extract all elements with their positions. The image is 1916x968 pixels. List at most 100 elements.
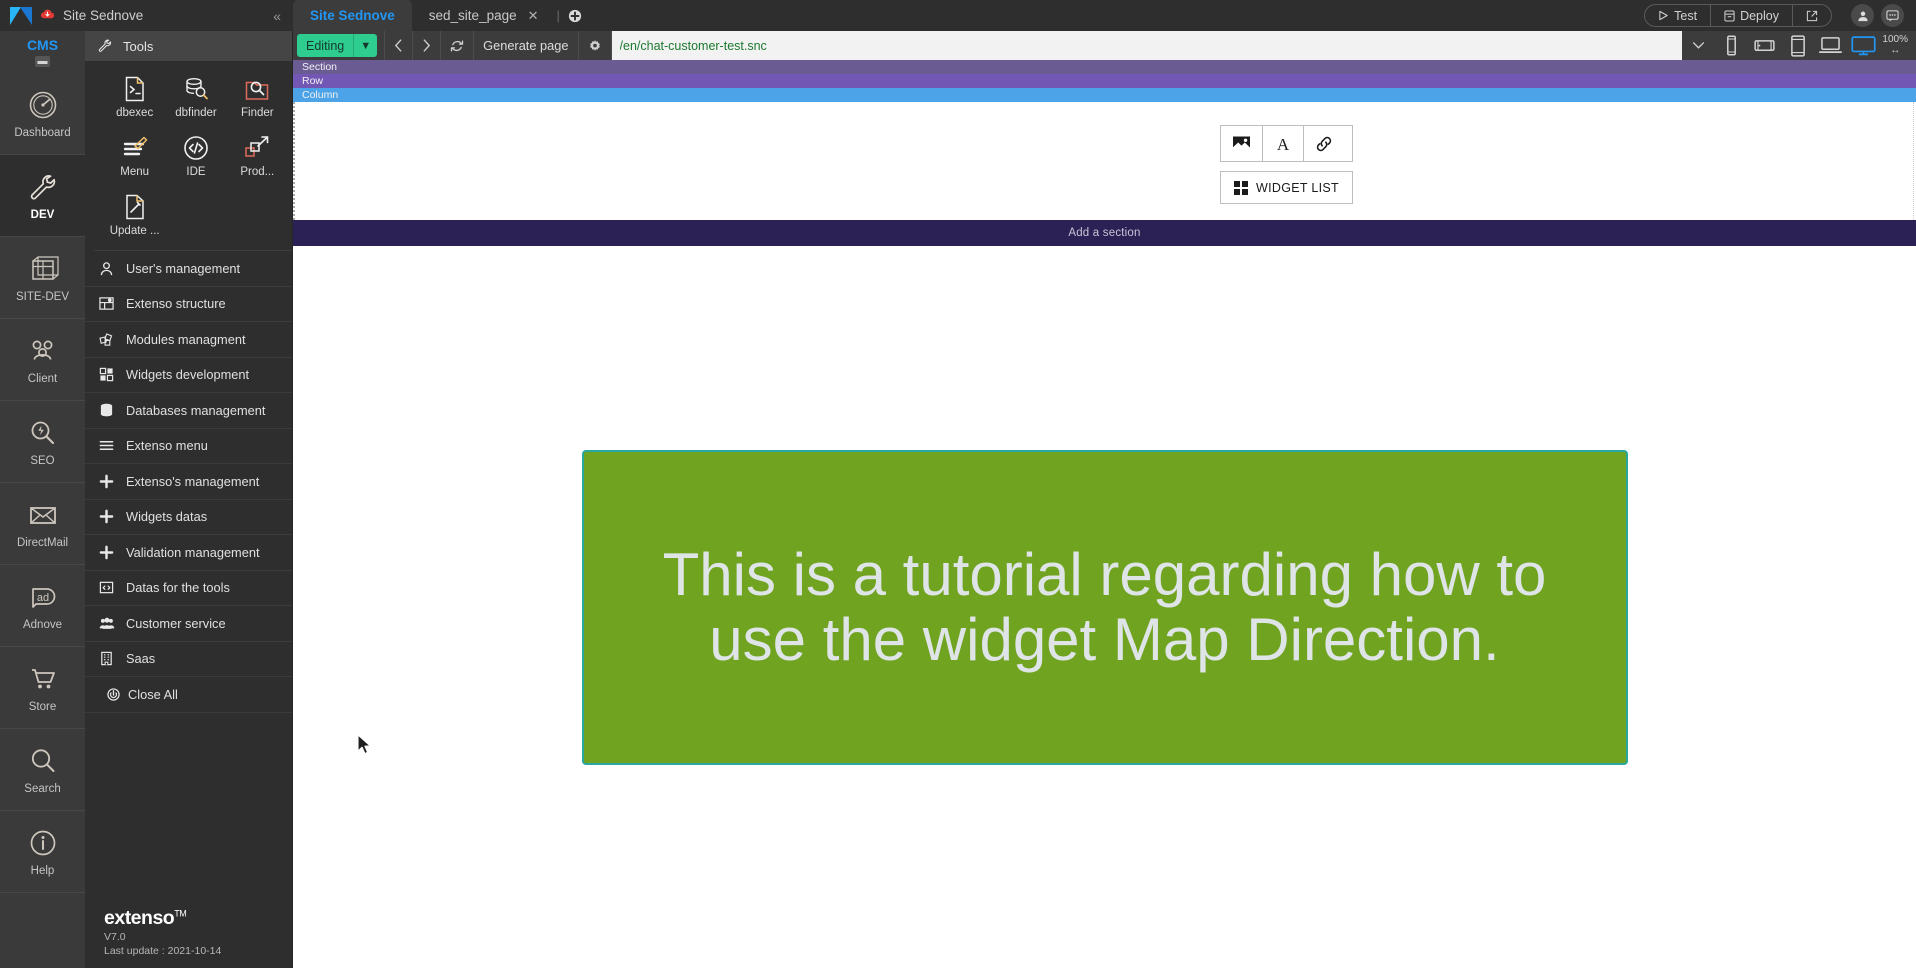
tool-label: Update ... (109, 225, 160, 237)
page-url-bar[interactable] (610, 31, 1683, 60)
viewport-dropdown-button[interactable] (1682, 31, 1715, 60)
user-avatar-button[interactable] (1851, 4, 1874, 27)
test-button[interactable]: Test (1645, 5, 1710, 26)
editing-mode-selector[interactable]: Editing ▼ (297, 34, 378, 57)
tablet-icon (1791, 34, 1805, 57)
nav-back-button[interactable] (384, 31, 412, 60)
plus-icon (98, 509, 115, 524)
list-item-datas-for-the-tools[interactable]: Datas for the tools (85, 571, 292, 606)
sidebar-item-label: Dashboard (14, 127, 71, 139)
database-icon (98, 403, 115, 418)
list-item-modules-management[interactable]: Modules managment (85, 322, 292, 358)
grid-icon (1234, 180, 1249, 195)
wrench-icon (30, 175, 55, 200)
list-item-databases-management[interactable]: Databases management (85, 393, 292, 429)
image-widget-button[interactable] (1221, 126, 1262, 161)
open-external-button[interactable] (1792, 5, 1831, 26)
zoom-level[interactable]: 100% ↔ (1880, 34, 1912, 56)
sidebar-item-label: SITE-DEV (15, 291, 70, 303)
sidebar-item-dev[interactable]: DEV (0, 155, 85, 237)
widget-list-button[interactable]: WIDGET LIST (1220, 171, 1353, 204)
list-item-widgets-development[interactable]: Widgets development (85, 358, 292, 393)
tool-finder[interactable]: Finder (227, 69, 288, 126)
close-icon[interactable]: ✕ (528, 8, 539, 24)
sidebar-item-store[interactable]: Store (0, 647, 85, 729)
tool-label: Menu (120, 166, 150, 178)
add-tab-button[interactable] (561, 0, 589, 31)
list-item-extensos-management[interactable]: Extenso's management (85, 464, 292, 500)
device-tablet-button[interactable] (1781, 31, 1814, 60)
chat-button[interactable] (1881, 4, 1904, 27)
list-item-users-management[interactable]: User's management (85, 251, 292, 287)
tool-prod[interactable]: Prod... (227, 128, 288, 185)
users-icon (32, 340, 52, 360)
nav-forward-button[interactable] (412, 31, 440, 60)
list-item-label: Extenso's management (126, 473, 260, 489)
list-item-widgets-datas[interactable]: Widgets datas (85, 500, 292, 535)
close-all-button[interactable]: Close All (85, 677, 292, 713)
device-mobile-landscape-button[interactable] (1748, 31, 1781, 60)
list-item-extenso-menu[interactable]: Extenso menu (85, 429, 292, 464)
list-item-label: Extenso structure (126, 296, 226, 312)
svg-text:A: A (1277, 135, 1290, 153)
rail-header: CMS ▬ (0, 31, 85, 73)
collapse-sidebar-button[interactable]: « (267, 6, 287, 26)
top-bar: Site Sednove « Site Sednove sed_site_pag… (0, 0, 1916, 31)
panel-footer: extensoTM V7.0 Last update : 2021-10-14 (85, 907, 292, 968)
text-widget-button[interactable]: A (1262, 126, 1303, 161)
page-settings-button[interactable] (577, 31, 611, 60)
tool-dbfinder[interactable]: dbfinder (165, 69, 226, 126)
sidebar-item-site-dev[interactable]: SITE-DEV (0, 237, 85, 319)
chevron-down-icon[interactable]: ▼ (353, 34, 377, 57)
version-label: V7.0 (104, 930, 126, 943)
tool-update[interactable]: Update ... (104, 187, 165, 244)
section-label: Section (302, 61, 338, 73)
row-label: Row (302, 75, 324, 87)
tool-menu[interactable]: Menu (104, 128, 165, 185)
generate-page-button[interactable]: Generate page (473, 31, 577, 60)
gauge-icon (29, 91, 56, 119)
refresh-button[interactable] (440, 31, 473, 60)
list-item-saas[interactable]: Saas (85, 642, 292, 677)
action-pill-group: Test Deploy (1644, 4, 1832, 27)
canvas-area: Editing ▼ Generate page /en/chat-custome… (293, 31, 1916, 968)
hero-text: This is a tutorial regarding how to use … (662, 541, 1547, 673)
page-url-input[interactable] (619, 38, 1675, 53)
tab-sed-site-page[interactable]: sed_site_page ✕ (412, 0, 556, 31)
list-item-label: User's management (126, 260, 241, 276)
rail-collapse-button[interactable]: ▬ (35, 56, 50, 67)
column-bar[interactable]: Column (293, 88, 1916, 102)
list-item-extenso-structure[interactable]: Extenso structure (85, 287, 292, 322)
test-label: Test (1674, 8, 1698, 23)
desktop-icon (1851, 35, 1877, 55)
tool-dbexec[interactable]: dbexec (104, 69, 165, 126)
widget-quick-buttons: A (1220, 125, 1353, 162)
link-widget-button[interactable] (1303, 126, 1344, 161)
tab-site-sednove[interactable]: Site Sednove (293, 0, 412, 31)
list-item-validation-management[interactable]: Validation management (85, 535, 292, 571)
sidebar-item-dashboard[interactable]: Dashboard (0, 73, 85, 155)
sidebar-item-adnove[interactable]: ad Adnove (0, 565, 85, 647)
tool-ide[interactable]: IDE (165, 128, 226, 185)
plus-icon (98, 474, 115, 489)
device-laptop-button[interactable] (1814, 31, 1847, 60)
list-item-customer-service[interactable]: Customer service (85, 606, 292, 642)
tool-label: Finder (241, 107, 274, 119)
tab-strip: Site Sednove sed_site_page ✕ | (293, 0, 589, 31)
last-update-label: Last update : 2021-10-14 (104, 944, 222, 957)
add-section-bar[interactable]: Add a section (293, 220, 1916, 246)
gear-icon (589, 39, 600, 51)
sidebar-item-help[interactable]: Help (0, 811, 85, 893)
device-mobile-portrait-button[interactable] (1715, 31, 1748, 60)
sidebar-item-seo[interactable]: SEO (0, 401, 85, 483)
sidebar-item-directmail[interactable]: DirectMail (0, 483, 85, 565)
hero-text-block[interactable]: This is a tutorial regarding how to use … (581, 450, 1628, 765)
deploy-button[interactable]: Deploy (1710, 5, 1792, 26)
sidebar-item-client[interactable]: Client (0, 319, 85, 401)
list-item-label: Databases management (126, 402, 266, 418)
row-bar[interactable]: Row (293, 74, 1916, 88)
section-bar[interactable]: Section (293, 60, 1916, 74)
device-desktop-button[interactable] (1847, 31, 1880, 60)
sidebar-item-search[interactable]: Search (0, 729, 85, 811)
list-item-label: Validation management (126, 544, 260, 560)
